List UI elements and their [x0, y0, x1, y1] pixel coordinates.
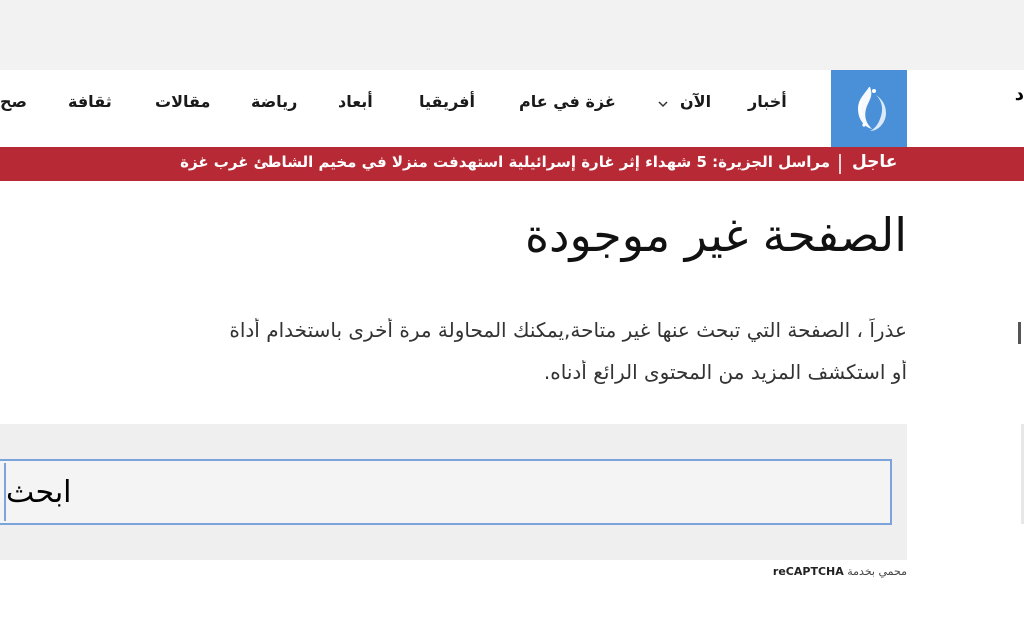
recaptcha-notice: محمي بخدمة reCAPTCHA [773, 565, 907, 578]
recaptcha-prefix: محمي بخدمة [847, 565, 907, 578]
nav-item-africa[interactable]: أفريقيا [419, 92, 475, 118]
page-title: الصفحة غير موجودة [524, 208, 907, 262]
nav-item-health[interactable]: صح [0, 92, 27, 118]
search-input[interactable]: ابحث [0, 459, 892, 525]
nav-item-sports[interactable]: رياضة [251, 92, 297, 118]
search-input-value[interactable]: ابحث [6, 475, 72, 510]
breaking-headline[interactable]: مراسل الجزيرة: 5 شهداء إثر غارة إسرائيلي… [95, 153, 830, 171]
sidebar-edge [1018, 322, 1021, 344]
nav-item-now[interactable]: الآن [680, 92, 711, 118]
browser-top-band [0, 0, 1024, 70]
error-message-line1: عذراً ، الصفحة التي تبحث عنها غير متاحة,… [229, 318, 907, 342]
nav-item-dimensions[interactable]: أبعاد [338, 92, 373, 118]
nav-item-news[interactable]: أخبار [748, 92, 787, 118]
al-jazeera-logo[interactable] [831, 70, 907, 148]
chevron-down-icon[interactable] [657, 98, 669, 110]
error-message-line2: أو استكشف المزيد من المحتوى الرائع أدناه… [543, 360, 907, 384]
nav-item-articles[interactable]: مقالات [155, 92, 210, 118]
text-cursor [4, 463, 6, 521]
nav-item-gaza-year[interactable]: غزة في عام [519, 92, 616, 118]
nav-item-culture[interactable]: ثقافة [68, 92, 112, 118]
nav-item-offscreen[interactable]: د [1010, 84, 1024, 114]
logo-icon [858, 87, 886, 131]
recaptcha-brand[interactable]: reCAPTCHA [773, 565, 844, 578]
breaking-label: عاجل [852, 152, 898, 172]
breaking-divider [839, 154, 841, 174]
